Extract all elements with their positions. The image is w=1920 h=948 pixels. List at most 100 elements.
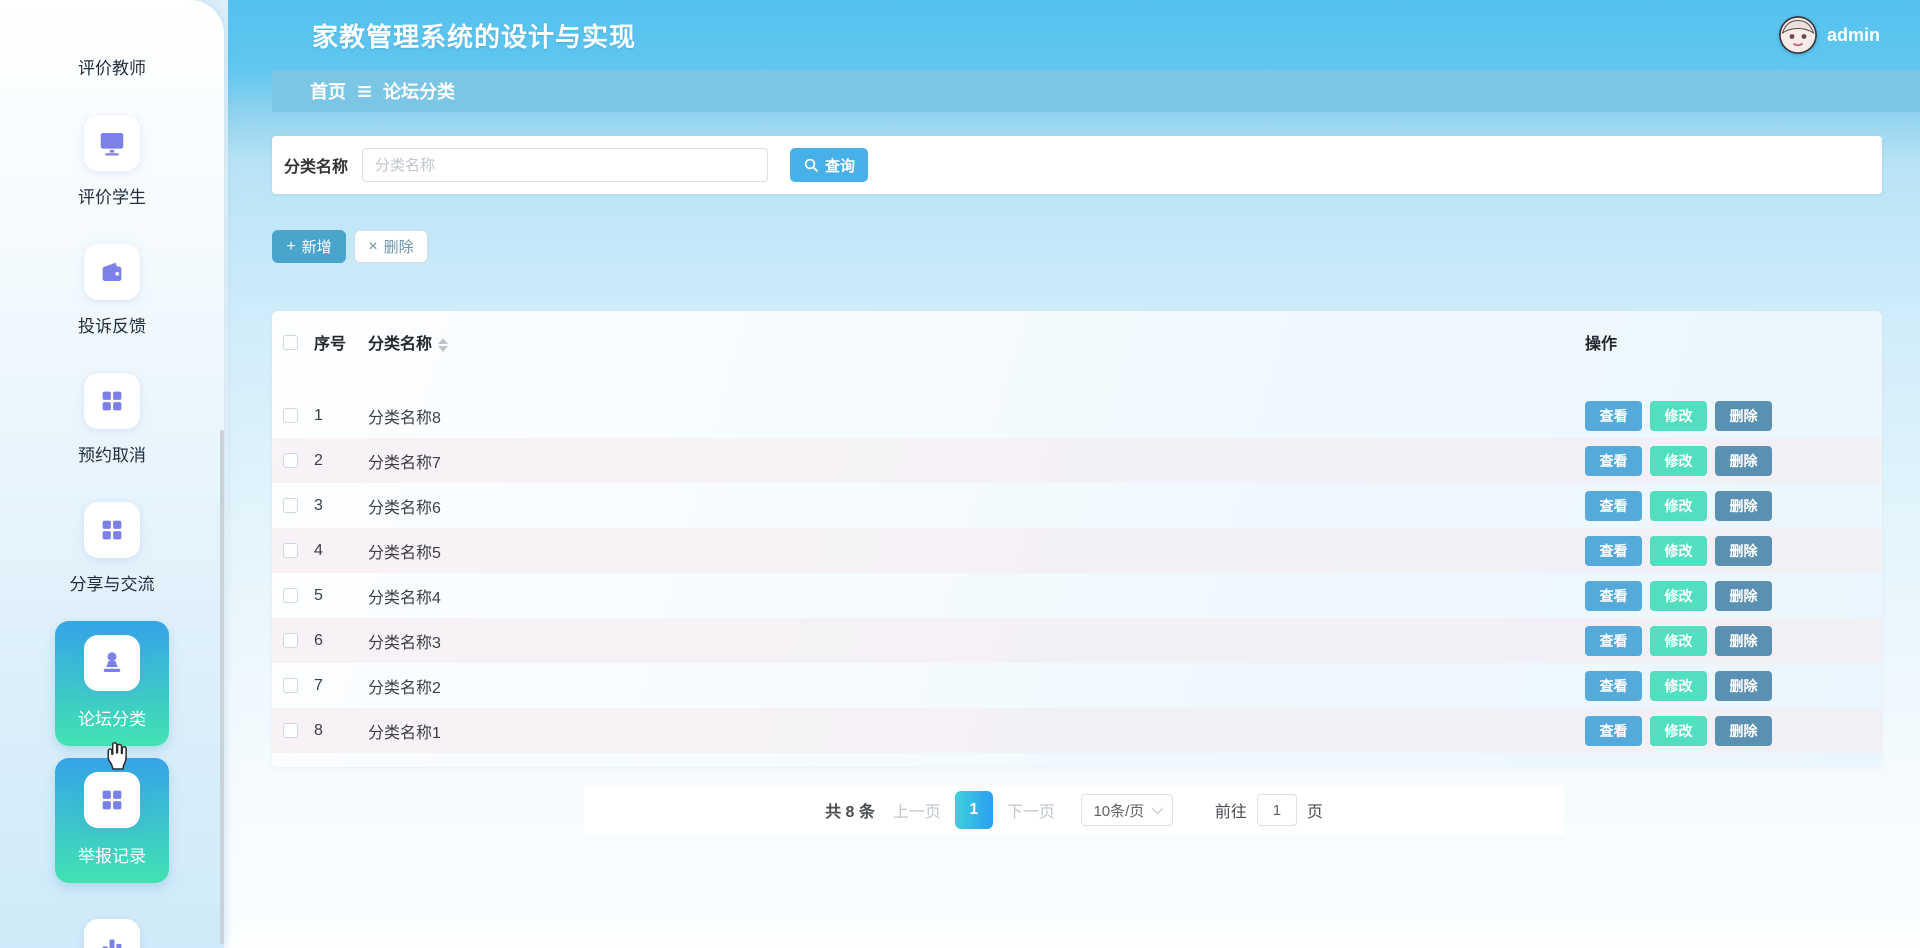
toolbar: + 新增 × 删除 bbox=[272, 230, 1882, 263]
table-row: 5 分类名称4 查看 修改 删除 bbox=[272, 573, 1882, 618]
table-row: 7 分类名称2 查看 修改 删除 bbox=[272, 663, 1882, 708]
column-header-name-label: 分类名称 bbox=[368, 336, 433, 353]
search-input[interactable] bbox=[362, 148, 769, 182]
pagination-bar: 共 8 条 上一页 1 下一页 10条/页 前往 页 bbox=[584, 785, 1564, 835]
cell-index: 4 bbox=[314, 541, 323, 559]
search-icon bbox=[803, 157, 819, 173]
cell-index: 5 bbox=[314, 586, 323, 604]
edit-button[interactable]: 修改 bbox=[1650, 535, 1707, 566]
sidebar-item-label: 举报记录 bbox=[78, 847, 146, 866]
avatar[interactable] bbox=[1778, 16, 1817, 54]
row-checkbox[interactable] bbox=[283, 498, 298, 513]
view-button[interactable]: 查看 bbox=[1585, 625, 1642, 656]
delete-button[interactable]: 删除 bbox=[1715, 715, 1772, 746]
page-title: 家教管理系统的设计与实现 bbox=[312, 21, 637, 52]
delete-button[interactable]: 删除 bbox=[1715, 490, 1772, 521]
chevron-down-icon bbox=[1152, 802, 1164, 815]
data-table: 序号 分类名称 操作 1 分类名称8 查看 修改 删除 2 分类名称7 查看 修… bbox=[272, 311, 1882, 767]
goto-unit-label: 页 bbox=[1306, 804, 1323, 821]
sidebar-item-label: 评价学生 bbox=[78, 188, 146, 207]
breadcrumb-separator-icon bbox=[357, 85, 372, 98]
view-button[interactable]: 查看 bbox=[1585, 670, 1642, 701]
cell-index: 3 bbox=[314, 496, 323, 514]
query-button[interactable]: 查询 bbox=[790, 148, 869, 182]
cell-index: 7 bbox=[314, 676, 323, 694]
search-field-label: 分类名称 bbox=[284, 159, 349, 176]
sidebar-item-label: 分享与交流 bbox=[69, 575, 155, 594]
sidebar-item-complaint-feedback[interactable]: 投诉反馈 bbox=[78, 244, 146, 337]
cell-name: 分类名称4 bbox=[368, 589, 441, 607]
sidebar-scrollbar[interactable] bbox=[220, 430, 224, 944]
cell-index: 6 bbox=[314, 631, 323, 649]
view-button[interactable]: 查看 bbox=[1585, 445, 1642, 476]
row-checkbox[interactable] bbox=[283, 543, 298, 558]
delete-button[interactable]: 删除 bbox=[1715, 400, 1772, 431]
row-checkbox[interactable] bbox=[283, 453, 298, 468]
sidebar-item-label: 预约取消 bbox=[78, 446, 146, 465]
batch-delete-button-label: 删除 bbox=[383, 239, 414, 256]
page-size-select[interactable]: 10条/页 bbox=[1080, 794, 1173, 826]
row-checkbox[interactable] bbox=[283, 723, 298, 738]
cell-name: 分类名称5 bbox=[368, 544, 441, 562]
edit-button[interactable]: 修改 bbox=[1650, 625, 1707, 656]
current-page-button[interactable]: 1 bbox=[954, 791, 993, 829]
row-checkbox[interactable] bbox=[283, 588, 298, 603]
add-button[interactable]: + 新增 bbox=[272, 230, 346, 263]
top-header: 家教管理系统的设计与实现 admin bbox=[228, 0, 1920, 70]
delete-button[interactable]: 删除 bbox=[1715, 445, 1772, 476]
add-button-label: 新增 bbox=[301, 239, 332, 256]
plus-icon: + bbox=[286, 237, 296, 255]
table-row: 4 分类名称5 查看 修改 删除 bbox=[272, 528, 1882, 573]
sort-desc-icon bbox=[438, 345, 449, 352]
next-page-button[interactable]: 下一页 bbox=[1007, 798, 1055, 822]
delete-button[interactable]: 删除 bbox=[1715, 580, 1772, 611]
view-button[interactable]: 查看 bbox=[1585, 535, 1642, 566]
sort-control[interactable] bbox=[438, 337, 449, 352]
cell-index: 2 bbox=[314, 451, 323, 469]
view-button[interactable]: 查看 bbox=[1585, 400, 1642, 431]
prev-page-button[interactable]: 上一页 bbox=[893, 798, 941, 822]
grid-icon bbox=[84, 772, 140, 828]
sidebar-item-booking-cancel[interactable]: 预约取消 bbox=[78, 373, 146, 466]
cell-name: 分类名称8 bbox=[368, 409, 441, 427]
breadcrumb: 首页 论坛分类 bbox=[272, 70, 1920, 112]
sidebar-item-rate-student[interactable]: 评价学生 bbox=[78, 115, 146, 208]
batch-delete-button[interactable]: × 删除 bbox=[354, 230, 428, 263]
sidebar-menu: 评价教师 评价学生 投诉反馈 预约取消 分享与交流 论坛分类 举报记录 bbox=[0, 0, 224, 948]
row-checkbox[interactable] bbox=[283, 408, 298, 423]
cell-index: 1 bbox=[314, 406, 323, 424]
sidebar-item-label: 投诉反馈 bbox=[78, 317, 146, 336]
delete-button[interactable]: 删除 bbox=[1715, 670, 1772, 701]
edit-button[interactable]: 修改 bbox=[1650, 670, 1707, 701]
sidebar-item-rate-teacher[interactable]: 评价教师 bbox=[78, 54, 146, 79]
wallet-icon bbox=[84, 244, 140, 300]
edit-button[interactable]: 修改 bbox=[1650, 580, 1707, 611]
sidebar-item-forum-category[interactable]: 论坛分类 bbox=[55, 621, 169, 746]
view-button[interactable]: 查看 bbox=[1585, 715, 1642, 746]
sidebar-item-share-exchange[interactable]: 分享与交流 bbox=[70, 502, 155, 595]
row-checkbox[interactable] bbox=[283, 678, 298, 693]
edit-button[interactable]: 修改 bbox=[1650, 490, 1707, 521]
select-all-checkbox[interactable] bbox=[283, 334, 298, 350]
table-row: 1 分类名称8 查看 修改 删除 bbox=[272, 393, 1882, 438]
view-button[interactable]: 查看 bbox=[1585, 580, 1642, 611]
monitor-icon bbox=[84, 115, 140, 171]
edit-button[interactable]: 修改 bbox=[1650, 445, 1707, 476]
goto-page-input[interactable] bbox=[1256, 794, 1297, 826]
goto-page-group: 前往 页 bbox=[1215, 794, 1323, 826]
view-button[interactable]: 查看 bbox=[1585, 490, 1642, 521]
column-header-actions: 操作 bbox=[1585, 336, 1618, 353]
sidebar-item-report-record[interactable]: 举报记录 bbox=[55, 758, 169, 883]
edit-button[interactable]: 修改 bbox=[1650, 715, 1707, 746]
grid-icon bbox=[84, 373, 140, 429]
breadcrumb-home-link[interactable]: 首页 bbox=[310, 78, 346, 104]
sidebar-item-system-manage[interactable]: 系统管理 bbox=[78, 919, 146, 948]
edit-button[interactable]: 修改 bbox=[1650, 400, 1707, 431]
delete-button[interactable]: 删除 bbox=[1715, 535, 1772, 566]
content-area: 家教管理系统的设计与实现 admin 首页 论坛分类 分类名称 分类名称 查询 … bbox=[228, 0, 1920, 948]
breadcrumb-current: 论坛分类 bbox=[383, 82, 455, 102]
cell-name: 分类名称6 bbox=[368, 499, 441, 517]
row-checkbox[interactable] bbox=[283, 633, 298, 648]
cell-name: 分类名称7 bbox=[368, 454, 441, 472]
delete-button[interactable]: 删除 bbox=[1715, 625, 1772, 656]
